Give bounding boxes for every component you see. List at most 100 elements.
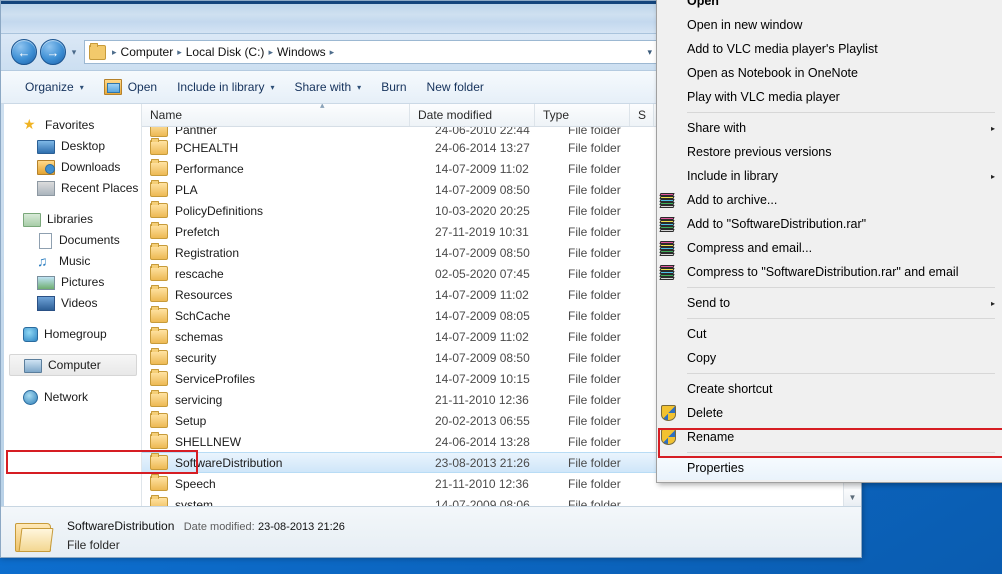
folder-icon bbox=[150, 245, 168, 260]
details-pane: SoftwareDistribution Date modified: 23-0… bbox=[1, 506, 861, 558]
menu-item-include-in-library[interactable]: Include in library▸ bbox=[657, 164, 1002, 188]
menu-item-icon-placeholder bbox=[657, 324, 679, 344]
menu-item-open-in-new-window[interactable]: Open in new window bbox=[657, 13, 1002, 37]
menu-item-add-to-softwaredistribution-rar[interactable]: Add to "SoftwareDistribution.rar" bbox=[657, 212, 1002, 236]
include-in-library-button[interactable]: Include in library ▾ bbox=[167, 75, 284, 99]
table-row[interactable]: system14-07-2009 08:06File folder bbox=[142, 494, 861, 506]
context-menu: Open Open in new window Add to VLC media p… bbox=[656, 0, 1002, 483]
open-button[interactable]: Open bbox=[94, 75, 167, 99]
file-type: File folder bbox=[568, 414, 663, 428]
new-folder-button[interactable]: New folder bbox=[417, 75, 494, 99]
menu-item-rename[interactable]: Rename bbox=[657, 425, 1002, 449]
sidebar-item-music[interactable]: ♫ Music bbox=[1, 250, 141, 271]
scroll-down-arrow-icon[interactable]: ▼ bbox=[844, 489, 861, 506]
menu-item-add-to-archive[interactable]: Add to archive... bbox=[657, 188, 1002, 212]
file-type: File folder bbox=[568, 498, 663, 507]
desktop-icon bbox=[37, 140, 55, 154]
column-header-type[interactable]: Type bbox=[535, 104, 630, 126]
recent-places-icon bbox=[37, 181, 55, 196]
file-name: security bbox=[175, 351, 435, 365]
file-name: SchCache bbox=[175, 309, 435, 323]
sidebar-item-downloads[interactable]: Downloads bbox=[1, 156, 141, 177]
menu-separator bbox=[687, 373, 995, 374]
menu-item-label: Restore previous versions bbox=[687, 145, 995, 159]
history-dropdown-button[interactable]: ▾ bbox=[66, 40, 82, 64]
sidebar-item-network[interactable]: Network bbox=[1, 386, 141, 407]
file-date-modified: 14-07-2009 11:02 bbox=[435, 330, 568, 344]
column-header-size[interactable]: S bbox=[630, 104, 654, 126]
menu-item-icon-placeholder bbox=[657, 142, 679, 162]
menu-item-open-as-notebook-in-onenote[interactable]: Open as Notebook in OneNote bbox=[657, 61, 1002, 85]
file-name: SoftwareDistribution bbox=[175, 456, 435, 470]
file-type: File folder bbox=[568, 456, 663, 470]
menu-separator bbox=[687, 452, 995, 453]
sidebar-item-homegroup[interactable]: Homegroup bbox=[1, 323, 141, 344]
menu-item-share-with[interactable]: Share with▸ bbox=[657, 116, 1002, 140]
menu-item-label: Include in library bbox=[687, 169, 983, 183]
file-type: File folder bbox=[568, 127, 663, 137]
file-type: File folder bbox=[568, 435, 663, 449]
chevron-down-icon: ▾ bbox=[270, 83, 274, 92]
folder-icon bbox=[150, 329, 168, 344]
folder-icon bbox=[150, 203, 168, 218]
breadcrumb-item-computer[interactable]: Computer bbox=[120, 45, 175, 59]
breadcrumb[interactable]: ▸ Computer ▸ Local Disk (C:) ▸ Windows ▸… bbox=[84, 40, 662, 64]
menu-item-label: Share with bbox=[687, 121, 983, 135]
uac-shield-icon bbox=[657, 403, 679, 423]
menu-item-open[interactable]: Open bbox=[657, 0, 1002, 13]
menu-item-label: Rename bbox=[687, 430, 995, 444]
file-name: Prefetch bbox=[175, 225, 435, 239]
column-header-name[interactable]: Name bbox=[142, 104, 410, 126]
details-type: File folder bbox=[67, 536, 345, 555]
folder-icon bbox=[150, 392, 168, 407]
back-arrow-icon: ← bbox=[18, 46, 31, 59]
forward-button[interactable]: → bbox=[40, 39, 66, 65]
folder-icon bbox=[150, 182, 168, 197]
organize-button[interactable]: Organize ▾ bbox=[15, 75, 94, 99]
menu-item-label: Open bbox=[687, 0, 995, 8]
menu-item-label: Open in new window bbox=[687, 18, 995, 32]
sidebar-item-recent-places[interactable]: Recent Places bbox=[1, 177, 141, 198]
sidebar-item-pictures[interactable]: Pictures bbox=[1, 271, 141, 292]
folder-icon bbox=[150, 308, 168, 323]
menu-item-label: Send to bbox=[687, 296, 983, 310]
menu-item-properties[interactable]: Properties bbox=[657, 456, 1002, 480]
menu-item-create-shortcut[interactable]: Create shortcut bbox=[657, 377, 1002, 401]
menu-item-copy[interactable]: Copy bbox=[657, 346, 1002, 370]
menu-item-add-to-vlc-media-player-s-playlist[interactable]: Add to VLC media player's Playlist bbox=[657, 37, 1002, 61]
menu-item-label: Open as Notebook in OneNote bbox=[687, 66, 995, 80]
menu-item-cut[interactable]: Cut bbox=[657, 322, 1002, 346]
menu-item-compress-and-email[interactable]: Compress and email... bbox=[657, 236, 1002, 260]
breadcrumb-separator: ▸ bbox=[109, 47, 120, 58]
back-button[interactable]: ← bbox=[11, 39, 37, 65]
menu-item-send-to[interactable]: Send to▸ bbox=[657, 291, 1002, 315]
folder-icon bbox=[150, 476, 168, 491]
menu-item-delete[interactable]: Delete bbox=[657, 401, 1002, 425]
breadcrumb-item-windows[interactable]: Windows bbox=[276, 45, 327, 59]
details-text: SoftwareDistribution Date modified: 23-0… bbox=[67, 517, 345, 555]
sidebar-item-computer[interactable]: Computer bbox=[9, 354, 137, 376]
sidebar-item-desktop[interactable]: Desktop bbox=[1, 135, 141, 156]
sidebar-item-libraries[interactable]: Libraries bbox=[1, 208, 141, 229]
chevron-down-icon: ▾ bbox=[72, 47, 77, 58]
share-with-button[interactable]: Share with ▾ bbox=[284, 75, 371, 99]
burn-button[interactable]: Burn bbox=[371, 75, 416, 99]
menu-item-label: Add to "SoftwareDistribution.rar" bbox=[687, 217, 995, 231]
menu-item-restore-previous-versions[interactable]: Restore previous versions bbox=[657, 140, 1002, 164]
sidebar-item-videos[interactable]: Videos bbox=[1, 292, 141, 313]
star-icon: ★ bbox=[23, 117, 39, 133]
sidebar-item-documents[interactable]: Documents bbox=[1, 229, 141, 250]
sidebar-item-favorites[interactable]: ★ Favorites bbox=[1, 114, 141, 135]
sidebar-item-label: Downloads bbox=[61, 160, 120, 174]
file-type: File folder bbox=[568, 330, 663, 344]
sidebar-item-label: Documents bbox=[59, 233, 120, 247]
chevron-down-icon: ▾ bbox=[80, 83, 84, 92]
menu-item-label: Create shortcut bbox=[687, 382, 995, 396]
file-date-modified: 14-07-2009 08:06 bbox=[435, 498, 568, 507]
file-name: PolicyDefinitions bbox=[175, 204, 435, 218]
menu-item-play-with-vlc-media-player[interactable]: Play with VLC media player bbox=[657, 85, 1002, 109]
menu-item-compress-to-softwaredistribution-rar-and-email[interactable]: Compress to "SoftwareDistribution.rar" a… bbox=[657, 260, 1002, 284]
chevron-down-icon[interactable]: ▾ bbox=[642, 47, 657, 58]
breadcrumb-item-local-disk[interactable]: Local Disk (C:) bbox=[185, 45, 266, 59]
column-header-date-modified[interactable]: Date modified bbox=[410, 104, 535, 126]
